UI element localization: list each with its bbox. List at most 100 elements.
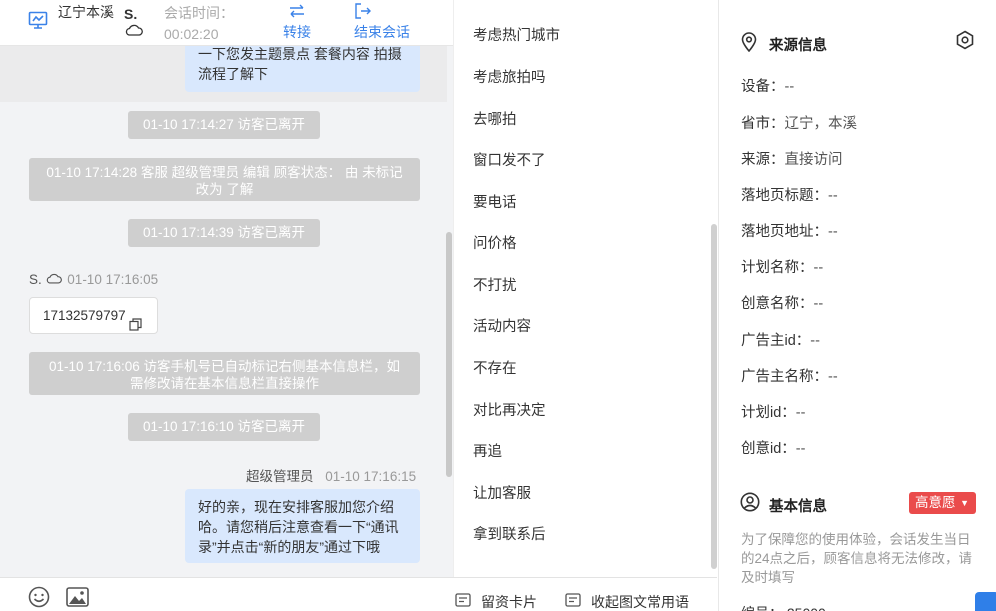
quick-reply-scrollbar[interactable]: [711, 224, 717, 569]
info-row-plan-name: 计划名称：--: [741, 256, 823, 277]
phone-number: 17132579797: [43, 308, 126, 323]
message-icon: [565, 593, 581, 610]
info-value: --: [828, 369, 838, 385]
visitor-phone-message[interactable]: 17132579797: [29, 297, 158, 334]
info-value: --: [784, 79, 795, 95]
agent-meta-time: 01-10 17:16:15: [325, 469, 417, 484]
chat-message-area[interactable]: 一下您发主题景点 套餐内容 拍摄流程了解下 01-10 17:14:27 访客已…: [0, 46, 453, 577]
info-value: --: [828, 188, 838, 204]
quick-reply-item[interactable]: 拿到联系后: [473, 523, 546, 544]
info-row-creative-name: 创意名称：--: [741, 292, 823, 313]
cloud-icon: [125, 23, 143, 39]
cloud-icon: [46, 272, 62, 287]
info-label: 来源：: [741, 152, 785, 168]
quick-reply-item[interactable]: 让加客服: [473, 482, 531, 503]
visitor-meta-name: S.: [29, 272, 42, 287]
source-info-title: 来源信息: [769, 38, 827, 54]
quick-reply-item[interactable]: 对比再决定: [473, 399, 546, 420]
user-circle-icon: [740, 492, 760, 515]
monitor-icon: [28, 10, 48, 33]
system-message: 01-10 17:16:06 访客手机号已自动标记右侧基本信息栏，如需修改请在基…: [29, 352, 420, 395]
info-row-province: 省市：辽宁，本溪: [741, 112, 857, 133]
visitor-meta-time: 01-10 17:16:05: [67, 272, 159, 287]
quick-reply-item[interactable]: 窗口发不了: [473, 149, 546, 170]
info-label: 计划id：: [741, 405, 796, 421]
card-icon: [455, 593, 471, 610]
info-value: --: [795, 441, 806, 457]
info-row-source: 来源：直接访问: [741, 148, 843, 169]
info-row-advertiser-id: 广告主id：--: [741, 329, 820, 350]
intent-tag-dropdown[interactable]: 高意愿 ▼: [909, 492, 976, 514]
transfer-icon: [283, 0, 311, 22]
settings-hex-icon[interactable]: [955, 30, 975, 53]
location-pin-icon: [741, 32, 757, 55]
info-label: 设备：: [741, 79, 785, 95]
chat-scrollbar[interactable]: [446, 232, 452, 477]
info-row-advertiser-name: 广告主名称：--: [741, 365, 838, 386]
session-time-value: 00:02:20: [164, 26, 219, 42]
system-message: 01-10 17:14:39 访客已离开: [128, 219, 320, 247]
contact-card-button[interactable]: 留资卡片: [481, 592, 537, 611]
agent-message-bubble: 一下您发主题景点 套餐内容 拍摄流程了解下: [185, 46, 420, 92]
visitor-location-name: 辽宁本溪: [58, 4, 114, 20]
info-row-plan-id: 计划id：--: [741, 401, 805, 422]
system-message: 01-10 17:14:27 访客已离开: [128, 111, 320, 139]
end-session-button[interactable]: 结束会话: [354, 0, 410, 42]
info-value: --: [813, 260, 824, 276]
info-row-device: 设备：--: [741, 75, 794, 96]
agent-message-meta: 超级管理员 01-10 17:16:15: [246, 465, 416, 485]
system-message: 01-10 17:16:10 访客已离开: [128, 413, 320, 441]
info-label: 落地页地址：: [741, 224, 828, 240]
quick-reply-item[interactable]: 问价格: [473, 232, 517, 253]
end-session-label: 结束会话: [354, 24, 410, 40]
info-row-number: 编号： 25000: [741, 603, 826, 611]
session-time-label: 会话时间：: [164, 5, 234, 21]
agent-message-bubble: 好的亲，现在安排客服加您介绍哈。请您稍后注意查看一下“通讯录”并点击“新的朋友”…: [185, 489, 420, 563]
info-row-landing-title: 落地页标题：--: [741, 184, 838, 205]
system-message: 01-10 17:14:28 客服 超级管理员 编辑 顾客状态： 由 未标记 改…: [29, 158, 420, 201]
info-value: --: [828, 224, 838, 240]
input-toolbar: 留资卡片 收起图文常用语: [0, 577, 717, 611]
visitor-message-meta: S. 01-10 17:16:05: [29, 272, 158, 287]
quick-reply-item[interactable]: 考虑旅拍吗: [473, 66, 546, 87]
info-label: 落地页标题：: [741, 188, 828, 204]
quick-reply-item[interactable]: 不存在: [473, 357, 517, 378]
quick-reply-item[interactable]: 活动内容: [473, 315, 531, 336]
info-label: 广告主名称：: [741, 369, 828, 385]
info-label: 广告主id：: [741, 333, 811, 349]
quick-reply-item[interactable]: 去哪拍: [473, 108, 517, 129]
info-value: 直接访问: [784, 152, 843, 168]
collapse-quick-replies-button[interactable]: 收起图文常用语: [591, 592, 689, 611]
info-value: --: [795, 405, 806, 421]
info-label: 省市：: [741, 116, 785, 132]
info-value: --: [810, 333, 820, 349]
intent-tag-label: 高意愿: [915, 495, 956, 510]
info-label: 创意id：: [741, 441, 796, 457]
quick-reply-item[interactable]: 考虑热门城市: [473, 24, 560, 45]
info-value: --: [813, 296, 824, 312]
agent-meta-name: 超级管理员: [246, 469, 314, 484]
floating-action-button[interactable]: [975, 592, 996, 611]
caret-down-icon: ▼: [960, 498, 969, 508]
basic-info-title: 基本信息: [769, 499, 827, 515]
info-label: 计划名称：: [741, 260, 814, 276]
transfer-button[interactable]: 转接: [283, 0, 311, 42]
quick-reply-item[interactable]: 不打扰: [473, 274, 517, 295]
quick-reply-item[interactable]: 再追: [473, 440, 502, 461]
info-label: 创意名称：: [741, 296, 814, 312]
visitor-short-name: S.: [124, 6, 138, 22]
session-time: 会话时间： 00:02:20: [164, 3, 234, 45]
copy-icon[interactable]: [129, 309, 142, 344]
logout-icon: [354, 0, 410, 22]
info-row-creative-id: 创意id：--: [741, 437, 805, 458]
quick-reply-panel: 考虑热门城市 考虑旅拍吗 去哪拍 窗口发不了 要电话 问价格 不打扰 活动内容 …: [453, 0, 717, 577]
info-value: 辽宁，本溪: [784, 116, 858, 132]
image-icon[interactable]: [66, 587, 89, 610]
emoji-icon[interactable]: [28, 586, 50, 611]
info-row-landing-url: 落地页地址：--: [741, 220, 838, 241]
quick-reply-item[interactable]: 要电话: [473, 191, 517, 212]
transfer-label: 转接: [283, 24, 311, 40]
visitor-info-panel: 来源信息 设备：-- 省市：辽宁，本溪 来源：直接访问 落地页标题：-- 落地页…: [718, 0, 996, 611]
chat-workspace: 辽宁本溪 S. 会话时间： 00:02:20 转接 结束会话 一下您发主题景点 …: [0, 0, 996, 611]
edit-hint-text: 为了保障您的使用体验，会话发生当日的24点之后，顾客信息将无法修改，请及时填写: [741, 532, 973, 585]
